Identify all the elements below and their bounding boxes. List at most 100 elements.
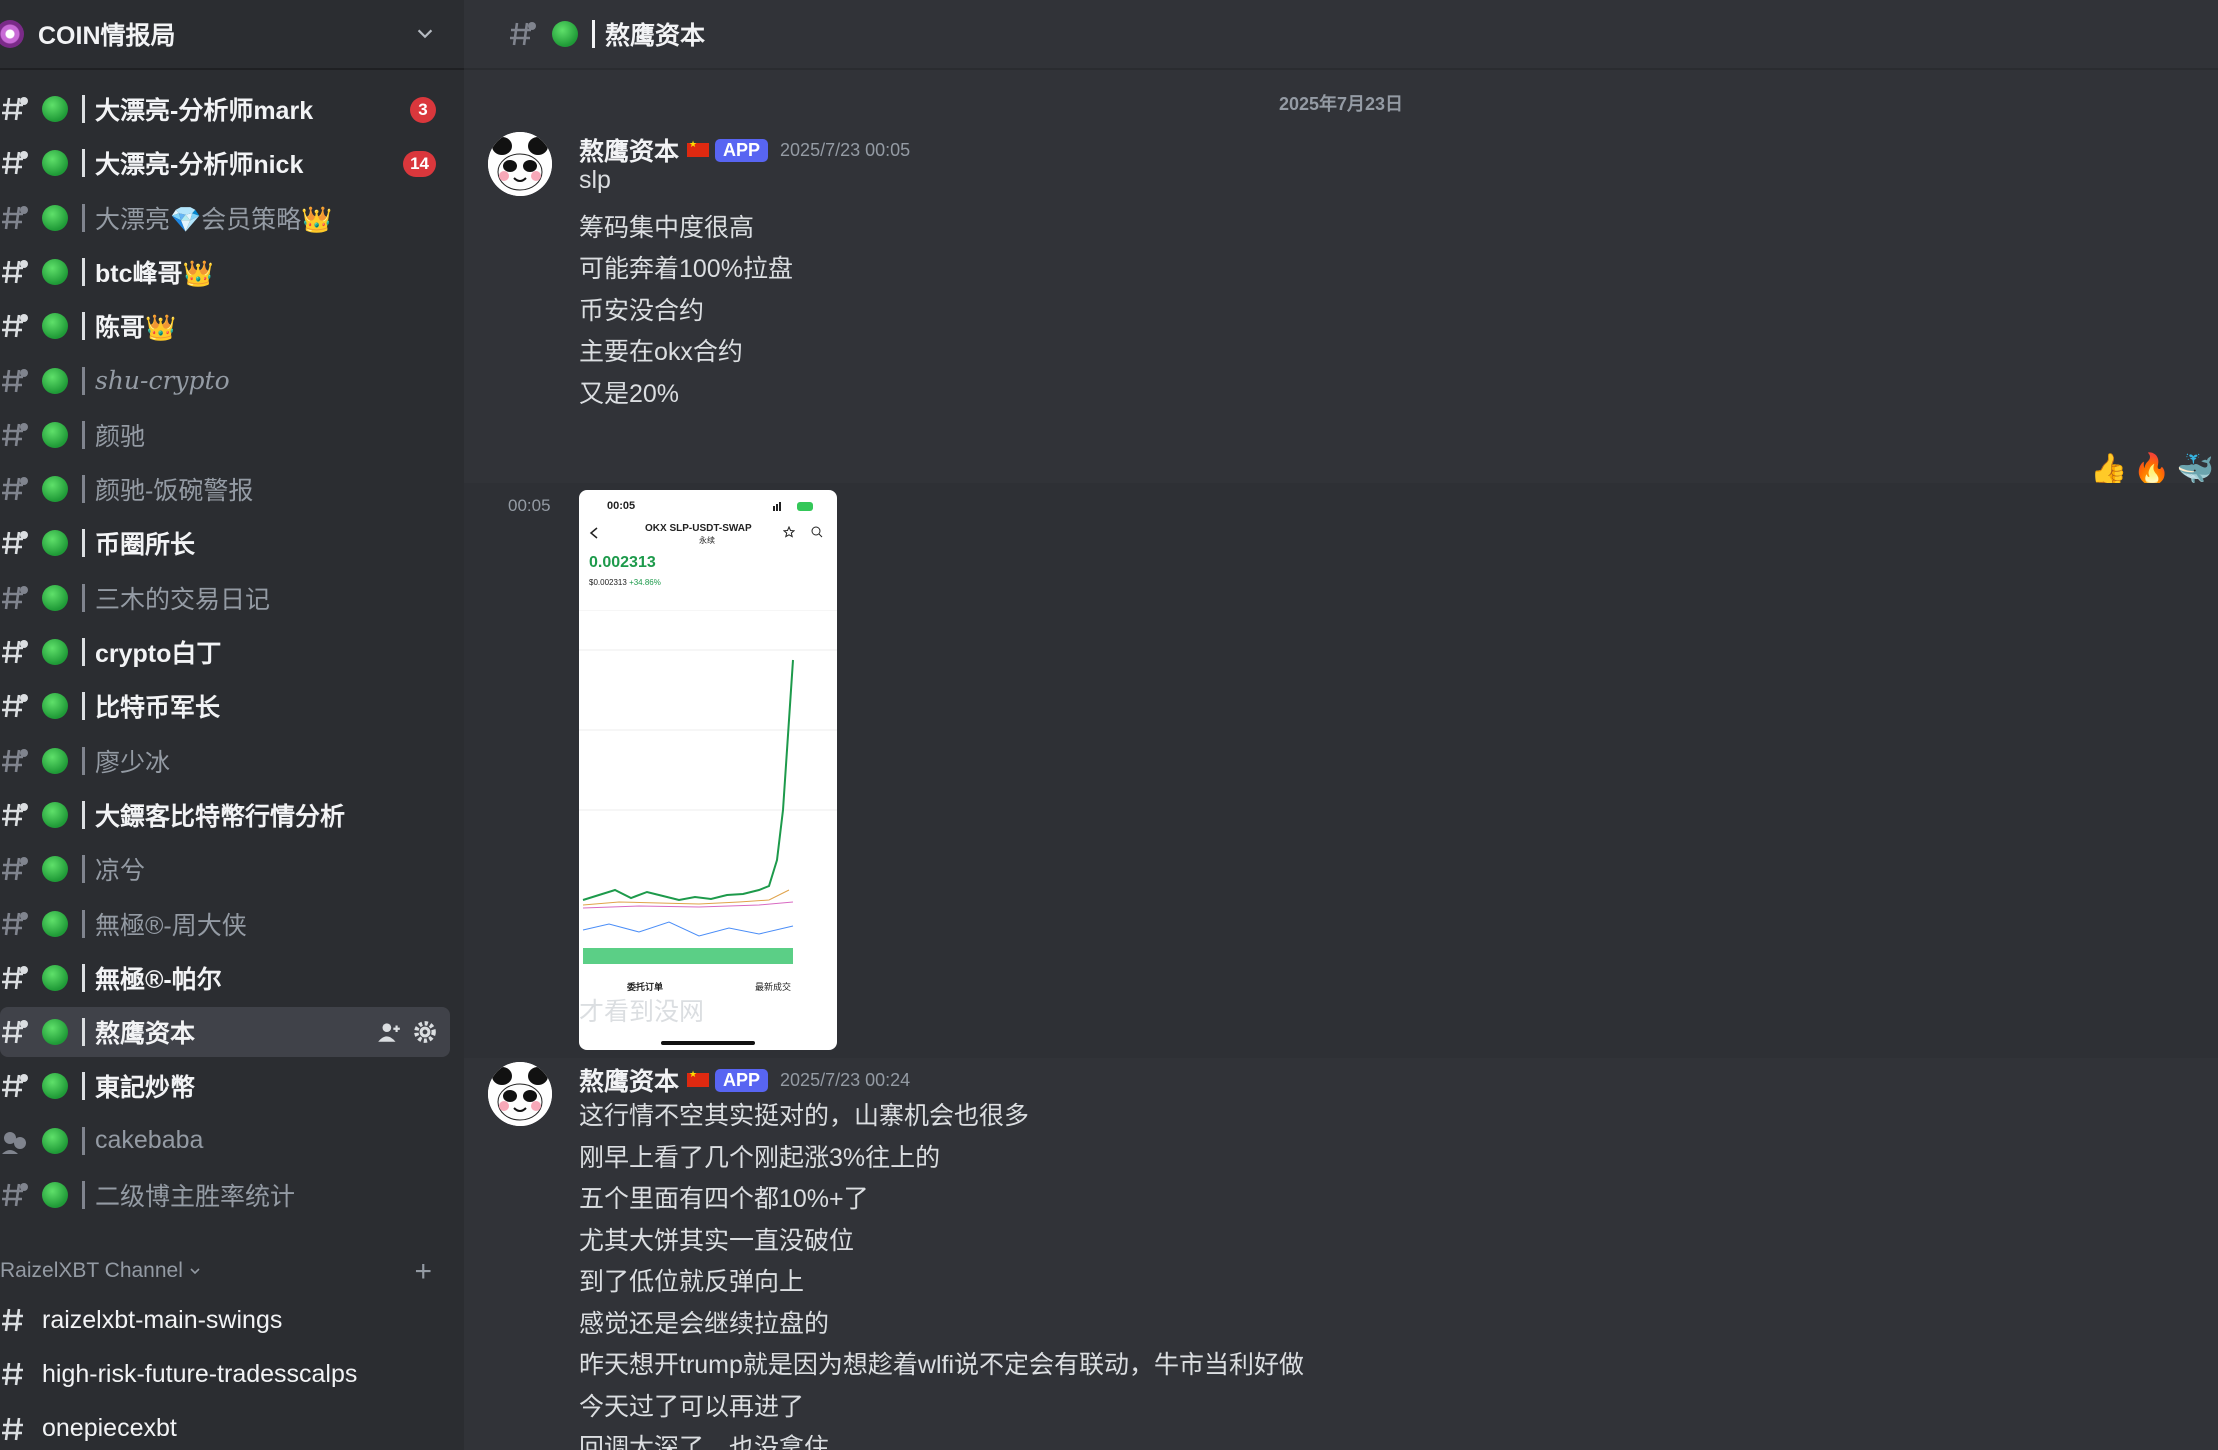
back-icon — [589, 527, 598, 539]
channel-name: 颜驰 — [95, 422, 146, 451]
hash-icon — [0, 1414, 30, 1444]
channel-item[interactable]: btc峰哥👑 — [0, 247, 450, 297]
channel-item[interactable]: 凉兮 — [0, 844, 450, 894]
channel-item[interactable]: raizelxbt-main-swings — [0, 1295, 450, 1345]
hash-icon — [0, 1305, 30, 1335]
thread-channel-icon — [0, 854, 30, 884]
green-circle-icon — [42, 313, 68, 340]
category-raizelxbt[interactable]: RaizelXBT Channel + — [0, 1253, 450, 1289]
thread-channel-icon — [0, 148, 30, 178]
message-line: 今天过了可以再进了 — [579, 1393, 805, 1421]
message-line: 币安没合约 — [579, 297, 705, 325]
separator — [82, 475, 85, 504]
message-line: 回调太深了，也没拿住 — [579, 1434, 830, 1450]
channel-name: 陈哥👑 — [95, 314, 177, 343]
message-line: 筹码集中度很高 — [579, 214, 755, 242]
screenshot-attachment[interactable]: 00:05 OKX SLP-USDT-SWAP 永续 0.002313 $0.0… — [579, 490, 837, 1050]
channel-item[interactable]: crypto白丁 — [0, 627, 450, 677]
channel-item[interactable]: 大漂亮-分析师mark 3 — [0, 84, 450, 134]
green-circle-icon — [42, 421, 68, 448]
channel-header: 熬鹰资本 — [464, 0, 2218, 70]
green-circle-icon — [42, 964, 68, 991]
side-timestamp[interactable]: 00:05 — [508, 496, 551, 516]
thread-channel-icon — [510, 22, 536, 46]
server-header[interactable]: COIN情报局 — [0, 0, 464, 70]
message-line: 这行情不空其实挺对的，山寨机会也很多 — [579, 1102, 1030, 1130]
channel-name: onepiecexbt — [42, 1414, 177, 1443]
separator — [82, 1181, 85, 1209]
channel-item[interactable]: 颜驰 — [0, 410, 450, 460]
channel-item[interactable]: 無極®-帕尔 — [0, 953, 450, 1003]
channel-item[interactable]: 無極®-周大侠 — [0, 899, 450, 949]
message-line: 才看到没网 — [579, 998, 705, 1026]
message-header: 熬鹰资本 APP 2025/7/23 00:05 — [579, 132, 910, 168]
message-line: 到了低位就反弹向上 — [579, 1268, 805, 1296]
timestamp[interactable]: 2025/7/23 00:24 — [780, 1070, 910, 1091]
green-circle-icon — [552, 21, 578, 47]
channel-item[interactable]: 比特币军长 — [0, 681, 450, 731]
message-list: 2025年7月23日 熬鹰资本 APP 2025/7/23 00:05 slp … — [464, 72, 2218, 1450]
add-channel-icon[interactable]: + — [414, 1255, 432, 1289]
invite-member-icon[interactable] — [376, 1019, 402, 1045]
green-circle-icon — [42, 367, 68, 394]
channel-item[interactable]: onepiecexbt — [0, 1404, 450, 1450]
separator — [82, 203, 85, 232]
message-line: 可能奔着100%拉盘 — [579, 255, 793, 283]
channel-item[interactable]: 二级博主胜率统计 — [0, 1170, 450, 1220]
channel-item[interactable]: cakebaba — [0, 1116, 450, 1166]
channel-item[interactable]: 大漂亮💎会员策略👑 — [0, 193, 450, 243]
channel-item[interactable]: 大漂亮-分析师nick 14 — [0, 138, 450, 188]
channel-item[interactable]: 币圈所长 — [0, 518, 450, 568]
whale-reaction[interactable]: 🐳 — [2177, 452, 2214, 487]
thread-channel-icon — [0, 366, 30, 396]
channel-name: 大漂亮-分析师mark — [95, 97, 314, 125]
channel-item[interactable]: 三木的交易日记 — [0, 573, 450, 623]
timestamp[interactable]: 2025/7/23 00:05 — [780, 140, 910, 161]
header-channel-name: 熬鹰资本 — [605, 22, 706, 50]
channel-item[interactable]: 大鏢客比特幣行情分析 — [0, 790, 450, 840]
thread-channel-icon — [0, 94, 30, 124]
green-circle-icon — [42, 693, 68, 720]
chevron-down-icon[interactable] — [414, 23, 436, 45]
thumbs-up-reaction[interactable]: 👍 — [2090, 452, 2127, 487]
channel-item[interactable]: shu-crypto — [0, 356, 450, 406]
separator — [82, 312, 85, 341]
channel-name: high-risk-future-tradesscalps — [42, 1359, 358, 1388]
price-sub: $0.002313 +34.86% — [589, 578, 661, 587]
channel-name: btc峰哥👑 — [95, 259, 214, 288]
author-name[interactable]: 熬鹰资本 — [579, 132, 679, 168]
message-line: 昨天想开trump就是因为想趁着wlfi说不定会有联动，牛市当利好做 — [579, 1351, 1305, 1379]
green-circle-icon — [42, 1073, 68, 1100]
unread-badge: 14 — [403, 151, 436, 178]
channel-name: 大漂亮💎会员策略👑 — [95, 205, 333, 234]
channel-item[interactable]: 東記炒幣 — [0, 1061, 450, 1111]
channel-name: raizelxbt-main-swings — [42, 1305, 283, 1334]
thread-channel-icon — [0, 203, 30, 233]
green-circle-icon — [42, 1182, 68, 1208]
channel-item[interactable]: 廖少冰 — [0, 736, 450, 786]
date-divider-label: 2025年7月23日 — [1278, 94, 1404, 114]
channel-item[interactable]: 颜驰-饭碗警报 — [0, 464, 450, 514]
category-label: RaizelXBT Channel — [0, 1259, 183, 1282]
separator — [82, 1072, 85, 1101]
fire-reaction[interactable]: 🔥 — [2133, 452, 2170, 487]
channel-item[interactable]: 熬鹰资本 — [0, 1007, 450, 1058]
channel-name: 無極®-帕尔 — [95, 965, 222, 994]
channel-item[interactable]: high-risk-future-tradesscalps — [0, 1349, 450, 1399]
channel-name: 币圈所长 — [95, 531, 196, 560]
message-line: 又是20% — [579, 380, 680, 408]
author-name[interactable]: 熬鹰资本 — [579, 1062, 679, 1098]
channel-item[interactable]: 陈哥👑 — [0, 301, 450, 351]
separator — [82, 366, 85, 395]
chevron-down-icon — [190, 1268, 200, 1275]
thread-channel-icon — [0, 1017, 30, 1047]
separator — [82, 257, 85, 286]
gear-icon[interactable] — [412, 1019, 438, 1045]
green-circle-icon — [42, 910, 68, 937]
avatar[interactable] — [488, 132, 552, 196]
separator — [82, 638, 85, 666]
green-circle-icon — [42, 856, 68, 883]
separator — [82, 692, 85, 721]
message-line: 感觉还是会继续拉盘的 — [579, 1310, 830, 1338]
avatar[interactable] — [488, 1062, 552, 1126]
